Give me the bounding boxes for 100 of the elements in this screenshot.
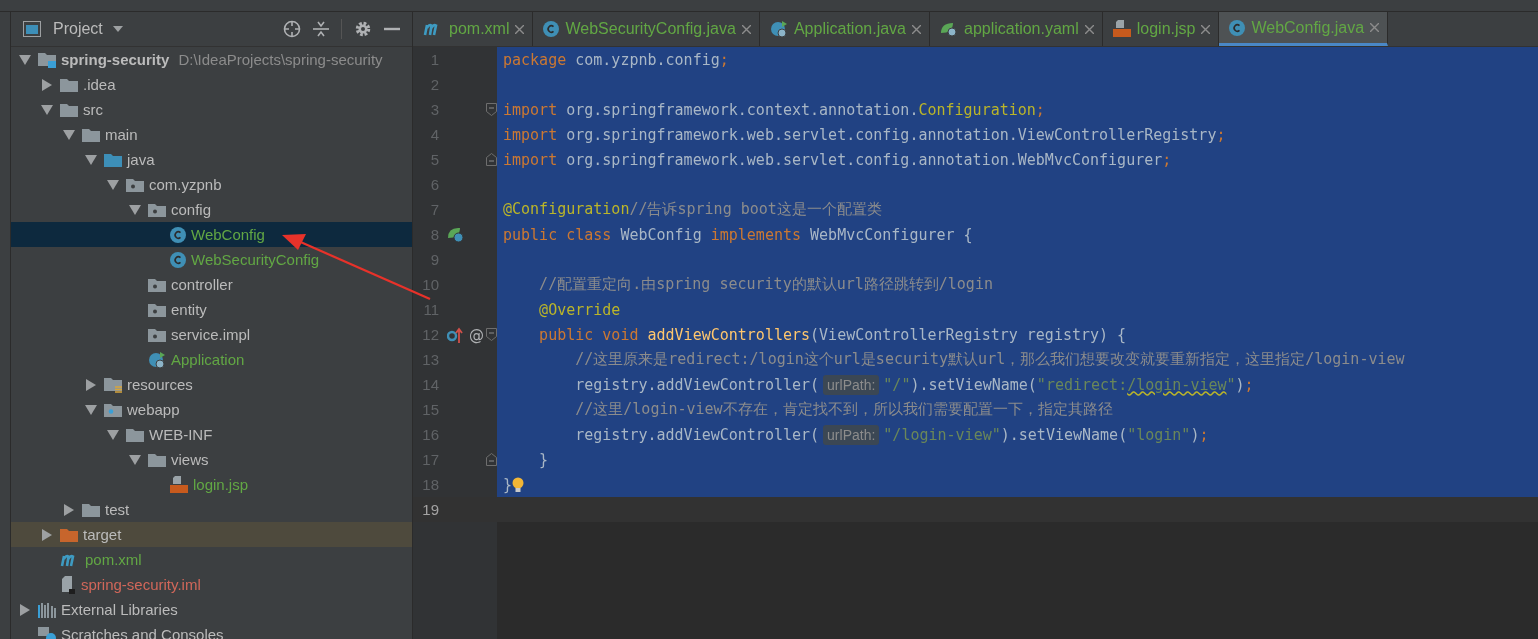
tree-item[interactable]: WEB-INF <box>11 422 412 447</box>
class-icon <box>1229 19 1246 36</box>
locate-icon[interactable] <box>283 20 301 38</box>
code-line: import org.springframework.context.annotation.Configuration; <box>503 100 1045 119</box>
close-icon[interactable] <box>1084 24 1094 34</box>
tree-item[interactable]: main <box>11 122 412 147</box>
folder-icon <box>82 502 100 517</box>
code-line: public class WebConfig implements WebMvcConfigurer { <box>503 225 973 244</box>
collapsed-arrow-icon[interactable] <box>86 378 96 391</box>
tree-item[interactable]: pom.xml <box>11 547 412 572</box>
collapse-all-icon[interactable] <box>313 20 329 38</box>
tree-item[interactable]: com.yzpnb <box>11 172 412 197</box>
tree-item[interactable]: .idea <box>11 72 412 97</box>
fold-icon[interactable] <box>485 153 497 166</box>
tree-item[interactable]: service.impl <box>11 322 412 347</box>
folder-icon <box>60 102 78 117</box>
code-line: //配置重定向.由spring security的默认url路径跳转到/login <box>538 275 993 294</box>
project-view-dropdown[interactable]: Project <box>53 20 123 38</box>
code-line: package com.yzpnb.config; <box>503 50 729 69</box>
expanded-arrow-icon[interactable] <box>107 179 119 190</box>
expanded-arrow-icon[interactable] <box>129 204 141 215</box>
class-icon <box>543 21 560 37</box>
tree-item[interactable]: login.jsp <box>11 472 412 497</box>
tree-item[interactable]: views <box>11 447 412 472</box>
package-icon <box>148 202 166 217</box>
tree-item[interactable]: webapp <box>11 397 412 422</box>
expanded-arrow-icon[interactable] <box>63 129 75 140</box>
editor-tab[interactable]: pom.xml <box>413 12 534 46</box>
package-icon <box>148 302 166 317</box>
tree-item[interactable]: spring-security.iml <box>11 572 412 597</box>
tree-item[interactable]: spring-security D:\IdeaProjects\spring-security <box>11 47 412 72</box>
tree-item[interactable]: controller <box>11 272 412 297</box>
expanded-arrow-icon[interactable] <box>129 454 141 465</box>
collapsed-arrow-icon[interactable] <box>20 603 30 616</box>
spring-class-icon <box>148 350 166 369</box>
close-icon[interactable] <box>1370 23 1380 32</box>
jsp-file-icon <box>170 475 188 494</box>
tree-item[interactable]: config <box>11 197 412 222</box>
class-icon <box>170 226 186 243</box>
settings-icon[interactable] <box>354 20 372 38</box>
tree-item[interactable]: resources <box>11 372 412 397</box>
tree-item[interactable]: Application <box>11 347 412 372</box>
collapsed-arrow-icon[interactable] <box>42 528 52 541</box>
expanded-arrow-icon[interactable] <box>85 404 97 415</box>
close-icon[interactable] <box>1201 24 1211 34</box>
file-icon <box>60 575 76 594</box>
code-line: @Configuration//告诉spring boot这是一个配置类 <box>503 200 882 219</box>
libraries-icon <box>38 601 56 618</box>
code-line: import org.springframework.web.servlet.config.annotation.ViewControllerRegistry; <box>503 125 1226 144</box>
expanded-arrow-icon[interactable] <box>107 429 119 440</box>
tree-item[interactable]: entity <box>11 297 412 322</box>
spring-class-icon <box>769 20 788 38</box>
close-icon[interactable] <box>741 24 751 34</box>
implements-method-icon[interactable] <box>447 326 463 343</box>
caret-icon <box>112 26 123 32</box>
fold-icon[interactable] <box>485 328 497 341</box>
close-icon[interactable] <box>912 24 921 34</box>
class-icon <box>170 251 186 268</box>
editor-tab[interactable]: WebSecurityConfig.java <box>533 12 760 46</box>
code-line: //这里原来是redirect:/login这个url是security默认url，那么我们想要改变就要重新指定，这里指定/login-view <box>574 350 1405 369</box>
code-line: } <box>538 450 549 469</box>
package-icon <box>148 327 166 342</box>
code-line: public void addViewControllers(ViewControllerRegistry registry) { <box>538 325 1127 344</box>
collapsed-arrow-icon[interactable] <box>42 78 52 91</box>
editor-tab[interactable]: Application.java <box>759 12 930 46</box>
tree-item[interactable]: target <box>11 522 412 547</box>
package-icon <box>148 277 166 292</box>
tree-item[interactable]: java <box>11 147 412 172</box>
fold-icon[interactable] <box>485 453 497 466</box>
tree-item[interactable]: WebConfig <box>11 222 412 247</box>
tree-item[interactable]: src <box>11 97 412 122</box>
annotation-marker[interactable]: @ <box>469 325 484 344</box>
code-line: //这里/login-view不存在，肯定找不到，所以我们需要配置一下，指定其路径 <box>574 400 1113 419</box>
code-line: } <box>503 475 513 494</box>
expanded-arrow-icon[interactable] <box>19 54 31 65</box>
close-icon[interactable] <box>515 24 525 34</box>
tree-item[interactable]: WebSecurityConfig <box>11 247 412 272</box>
code-line: registry.addViewController( urlPath: "/login-view").setViewName("login"); <box>574 425 1209 444</box>
expanded-arrow-icon[interactable] <box>41 104 53 115</box>
source-folder-icon <box>104 152 122 167</box>
spring-bean-icon[interactable] <box>447 226 464 243</box>
minimize-icon[interactable] <box>384 27 400 31</box>
jsp-file-icon <box>1112 20 1131 38</box>
lightbulb-icon[interactable] <box>512 476 525 493</box>
fold-icon[interactable] <box>485 103 497 116</box>
tree-item[interactable]: External Libraries <box>11 597 412 622</box>
scratches-icon <box>38 626 56 639</box>
code-line: registry.addViewController( urlPath: "/").setViewName("redirect:/login-view"); <box>574 375 1254 394</box>
folder-icon <box>60 77 78 92</box>
resources-folder-icon <box>104 376 122 393</box>
package-icon <box>126 177 144 192</box>
editor-tab[interactable]: application.yaml <box>930 12 1103 46</box>
folder-icon <box>82 127 100 142</box>
folder-icon <box>126 427 144 442</box>
expanded-arrow-icon[interactable] <box>85 154 97 165</box>
folder-icon <box>148 452 166 467</box>
project-path: D:\IdeaProjects\spring-security <box>178 51 383 68</box>
excluded-folder-icon <box>60 527 78 542</box>
tree-item[interactable]: test <box>11 497 412 522</box>
collapsed-arrow-icon[interactable] <box>64 503 74 516</box>
